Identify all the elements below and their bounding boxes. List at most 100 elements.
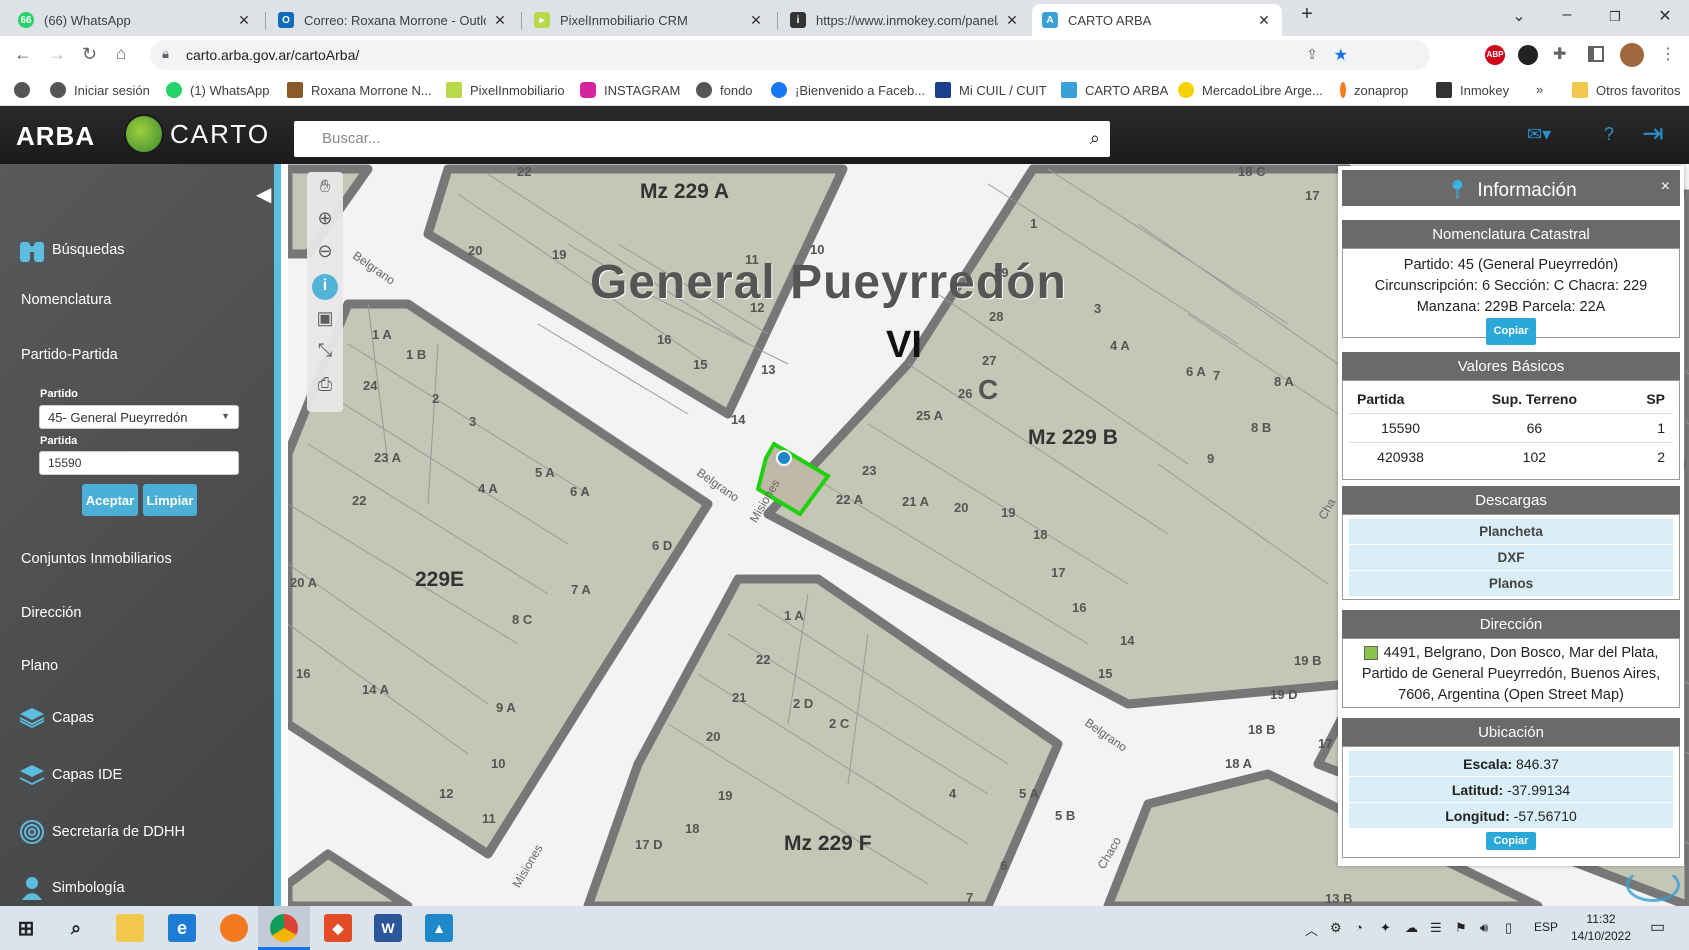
sidebar-item-capas[interactable]: Capas: [18, 704, 94, 732]
copy-ubicacion-button[interactable]: Copiar: [1485, 832, 1537, 850]
tray-expand-icon[interactable]: ︿: [1305, 920, 1318, 939]
menu-icon[interactable]: ⋮: [1660, 44, 1676, 64]
tab-search-icon[interactable]: ⌄: [1509, 6, 1529, 26]
bookmark-item[interactable]: fondo: [696, 82, 753, 98]
collapse-sidebar-icon[interactable]: ◀: [256, 182, 271, 207]
sidebar-item-plano[interactable]: Plano: [21, 658, 58, 674]
sidebar-item-simbologia[interactable]: Simbología: [18, 874, 125, 902]
address-bar[interactable]: 🔒︎ carto.arba.gov.ar/cartoArba/ ⇪ ★: [150, 40, 1430, 70]
anydesk-icon[interactable]: ◆: [324, 914, 352, 942]
info-icon[interactable]: i: [312, 274, 338, 300]
bookmark-item[interactable]: Iniciar sesión: [50, 82, 150, 98]
forward-icon[interactable]: →: [48, 44, 66, 65]
bookmark-item[interactable]: Inmokey: [1436, 82, 1509, 98]
partido-select[interactable]: 45- General Pueyrredón ▼: [39, 405, 239, 429]
tab-carto-arba[interactable]: A CARTO ARBA ✕: [1032, 4, 1282, 36]
clock[interactable]: 11:32 14/10/2022: [1565, 911, 1637, 945]
close-tab-icon[interactable]: ✕: [748, 12, 764, 29]
download-plancheta-link[interactable]: Plancheta: [1349, 519, 1673, 545]
sidepanel-icon[interactable]: [1588, 46, 1604, 62]
tray-icon[interactable]: ⚑: [1455, 920, 1467, 936]
close-icon[interactable]: ×: [1661, 178, 1670, 196]
share-icon[interactable]: ⇪: [1306, 46, 1318, 63]
sidebar-item-nomenclatura[interactable]: Nomenclatura: [21, 292, 111, 308]
onedrive-icon[interactable]: ☁: [1405, 920, 1418, 936]
windows-start-icon[interactable]: ⊞: [12, 914, 40, 942]
search-input[interactable]: Buscar... ⌕: [294, 121, 1110, 157]
limpiar-button[interactable]: Limpiar: [143, 484, 197, 516]
reload-icon[interactable]: ↻: [82, 44, 97, 65]
bookmark-item[interactable]: Roxana Morrone N...: [287, 82, 432, 98]
word-icon[interactable]: W: [374, 914, 402, 942]
dropbox-icon[interactable]: ✦: [1380, 920, 1391, 936]
valores-body: Partida Sup. Terreno SP 15590 66 1 42093…: [1342, 380, 1680, 480]
firefox-icon[interactable]: [220, 914, 248, 942]
search-icon[interactable]: ⌕: [62, 914, 90, 942]
photos-icon[interactable]: ▲: [425, 914, 453, 942]
help-icon[interactable]: ?: [1604, 124, 1614, 145]
sidebar-divider[interactable]: [274, 164, 281, 906]
home-icon[interactable]: ⌂: [116, 44, 126, 64]
restore-icon[interactable]: ❐: [1605, 9, 1625, 25]
minimize-icon[interactable]: –: [1557, 6, 1577, 24]
sidebar-item-partido-partida[interactable]: Partido-Partida: [21, 347, 118, 363]
bookmark-item[interactable]: ¡Bienvenido a Faceb...: [771, 82, 925, 98]
profile-avatar[interactable]: [1620, 43, 1644, 67]
tab-pixelinmobiliario[interactable]: ▸ PixelInmobiliario CRM ✕: [524, 4, 774, 36]
bookmark-item[interactable]: PixelInmobiliario: [446, 82, 565, 98]
more-bookmarks-button[interactable]: »: [1536, 82, 1543, 97]
bookmark-item[interactable]: zonaprop: [1340, 82, 1408, 98]
search-icon[interactable]: ⌕: [1090, 128, 1100, 149]
close-tab-icon[interactable]: ✕: [1256, 12, 1272, 29]
bookmark-label: CARTO ARBA: [1085, 82, 1169, 98]
sidebar-item-direccion[interactable]: Dirección: [21, 605, 81, 621]
other-favorites[interactable]: Otros favoritos: [1572, 82, 1681, 98]
measure-icon[interactable]: ⤡: [312, 340, 338, 366]
sidebar-item-capas-ide[interactable]: Capas IDE: [18, 761, 122, 789]
zoom-out-icon[interactable]: ⊖: [312, 241, 338, 267]
network-icon[interactable]: ◔: [1355, 920, 1363, 935]
ie-icon[interactable]: e: [168, 914, 196, 942]
back-icon[interactable]: ←: [14, 44, 32, 65]
extension-icon[interactable]: [1518, 45, 1538, 65]
logout-icon[interactable]: ⇥: [1642, 118, 1664, 149]
bookmark-star-icon[interactable]: ★: [1334, 45, 1348, 65]
aceptar-button[interactable]: Aceptar: [82, 484, 138, 516]
chrome-taskbar-active[interactable]: [258, 906, 310, 950]
adblock-icon[interactable]: ABP: [1485, 45, 1505, 65]
copy-nomenclatura-button[interactable]: Copiar: [1485, 318, 1537, 345]
sidebar-item-conjuntos[interactable]: Conjuntos Inmobiliarios: [21, 551, 172, 567]
partida-input[interactable]: 15590: [39, 451, 239, 475]
download-dxf-link[interactable]: DXF: [1349, 545, 1673, 571]
close-window-icon[interactable]: ✕: [1655, 6, 1675, 26]
tab-whatsapp[interactable]: 66 (66) WhatsApp ✕: [8, 4, 262, 36]
new-tab-button[interactable]: +: [1297, 3, 1317, 26]
language-indicator[interactable]: ESP: [1534, 920, 1558, 934]
bookmark-item[interactable]: MercadoLibre Arge...: [1178, 82, 1323, 98]
battery-icon[interactable]: ▯: [1505, 920, 1512, 936]
mail-icon[interactable]: ✉▾: [1527, 124, 1551, 145]
file-explorer-icon[interactable]: [116, 914, 144, 942]
bookmark-item[interactable]: Mi CUIL / CUIT: [935, 82, 1047, 98]
bookmark-item[interactable]: (1) WhatsApp: [166, 82, 269, 98]
bookmark-item[interactable]: CARTO ARBA: [1061, 82, 1168, 98]
bookmark-item[interactable]: INSTAGRAM: [580, 82, 680, 98]
pan-hand-icon[interactable]: ✋︎: [312, 176, 338, 202]
print-icon[interactable]: ⎙: [312, 374, 338, 400]
extent-icon[interactable]: ▣: [312, 308, 338, 334]
sidebar-item-busquedas[interactable]: Búsquedas: [18, 236, 125, 264]
puzzle-icon[interactable]: ✚: [1553, 44, 1566, 64]
close-tab-icon[interactable]: ✕: [236, 12, 252, 29]
sidebar-item-secretaria[interactable]: Secretaría de DDHH: [18, 818, 185, 846]
tab-outlook[interactable]: O Correo: Roxana Morrone - Outloo ✕: [268, 4, 518, 36]
close-tab-icon[interactable]: ✕: [1004, 12, 1020, 29]
zoom-in-icon[interactable]: ⊕: [312, 208, 338, 234]
tray-icon[interactable]: ☰: [1430, 920, 1442, 936]
tab-inmokey[interactable]: i https://www.inmokey.com/panel/ ✕: [780, 4, 1030, 36]
tray-icon[interactable]: ⚙: [1330, 920, 1342, 936]
volume-icon[interactable]: 🔊︎: [1480, 920, 1488, 936]
notifications-icon[interactable]: ▭: [1650, 917, 1665, 937]
apps-icon[interactable]: [14, 82, 30, 98]
close-tab-icon[interactable]: ✕: [492, 12, 508, 29]
download-planos-link[interactable]: Planos: [1349, 571, 1673, 597]
